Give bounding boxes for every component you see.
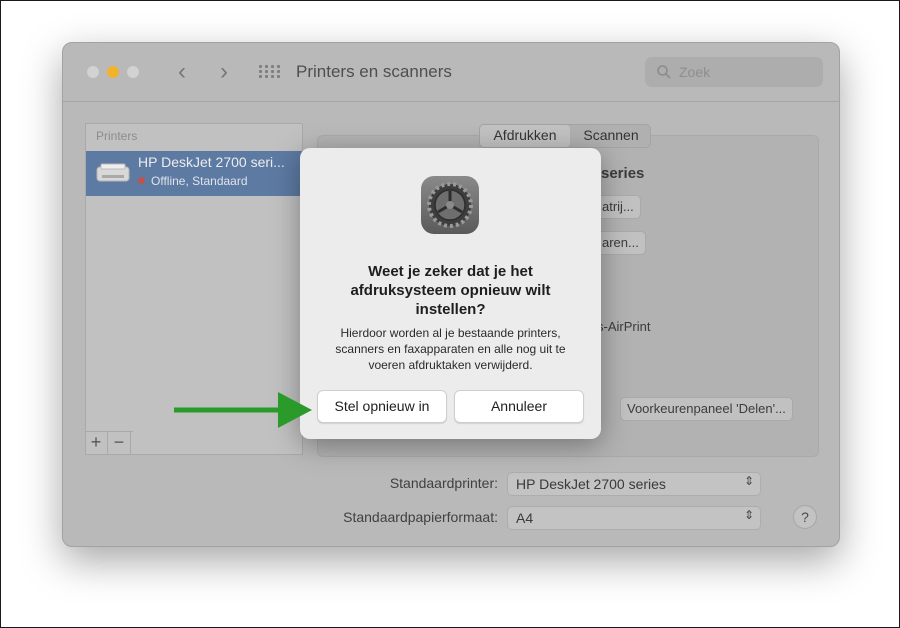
green-annotation-arrow-icon [174, 392, 312, 428]
printer-status: Offline, Standaard [138, 174, 248, 188]
search-placeholder: Zoek [679, 64, 711, 80]
add-printer-button[interactable]: + [85, 432, 108, 454]
window-title: Printers en scanners [296, 62, 452, 81]
default-printer-label: Standaardprinter: [389, 475, 498, 491]
printer-list-item[interactable]: HP DeskJet 2700 seri... Offline, Standaa… [86, 151, 302, 196]
updown-chevron-icon: ⇕ [743, 474, 754, 488]
printer-list-header: Printers [96, 129, 138, 143]
show-all-grid-icon[interactable] [259, 65, 280, 79]
default-printer-value: HP DeskJet 2700 series [516, 476, 666, 492]
tab-print[interactable]: Afdrukken [480, 125, 570, 147]
search-field[interactable]: Zoek [645, 57, 823, 87]
remove-printer-button[interactable]: − [108, 432, 131, 454]
minimize-window-button[interactable] [107, 66, 119, 78]
printer-status-text: Offline, Standaard [151, 174, 248, 188]
cancel-button[interactable]: Annuleer [454, 390, 584, 423]
system-preferences-gear-icon [421, 176, 479, 234]
open-print-queue-button[interactable]: aren... [595, 231, 646, 255]
offline-status-dot-icon [138, 177, 145, 184]
default-paper-size-value: A4 [516, 510, 534, 526]
reset-printing-system-dialog: Weet je zeker dat je het afdruksysteem o… [300, 148, 601, 439]
search-icon [657, 65, 671, 79]
default-paper-size-label: Standaardpapierformaat: [343, 509, 498, 525]
printer-kind-text: s-AirPrint [597, 319, 651, 334]
close-window-button[interactable] [87, 66, 99, 78]
zoom-window-button[interactable] [127, 66, 139, 78]
sharing-preferences-button[interactable]: Voorkeurenpaneel 'Delen'... [620, 397, 793, 421]
back-chevron-icon[interactable]: ‹ [171, 59, 193, 85]
default-printer-select[interactable]: HP DeskJet 2700 series ⇕ [507, 472, 761, 496]
printer-detail-name: series [601, 165, 645, 182]
titlebar: ‹ › Printers en scanners Zoek [63, 43, 839, 102]
forward-chevron-icon[interactable]: › [213, 59, 235, 85]
default-paper-size-select[interactable]: A4 ⇕ [507, 506, 761, 530]
printer-name: HP DeskJet 2700 seri... [138, 154, 285, 170]
updown-chevron-icon: ⇕ [743, 508, 754, 522]
printer-icon [96, 163, 130, 182]
reset-confirm-button[interactable]: Stel opnieuw in [317, 390, 447, 423]
options-supplies-button[interactable]: atrij... [595, 195, 641, 219]
add-remove-bar: + − [85, 431, 133, 454]
help-button[interactable]: ? [793, 505, 817, 529]
dialog-message: Hierdoor worden al je bestaande printers… [335, 326, 566, 372]
tab-scan[interactable]: Scannen [572, 125, 650, 147]
print-scan-tabs: Afdrukken Scannen [479, 124, 651, 148]
dialog-title: Weet je zeker dat je het afdruksysteem o… [350, 263, 551, 318]
